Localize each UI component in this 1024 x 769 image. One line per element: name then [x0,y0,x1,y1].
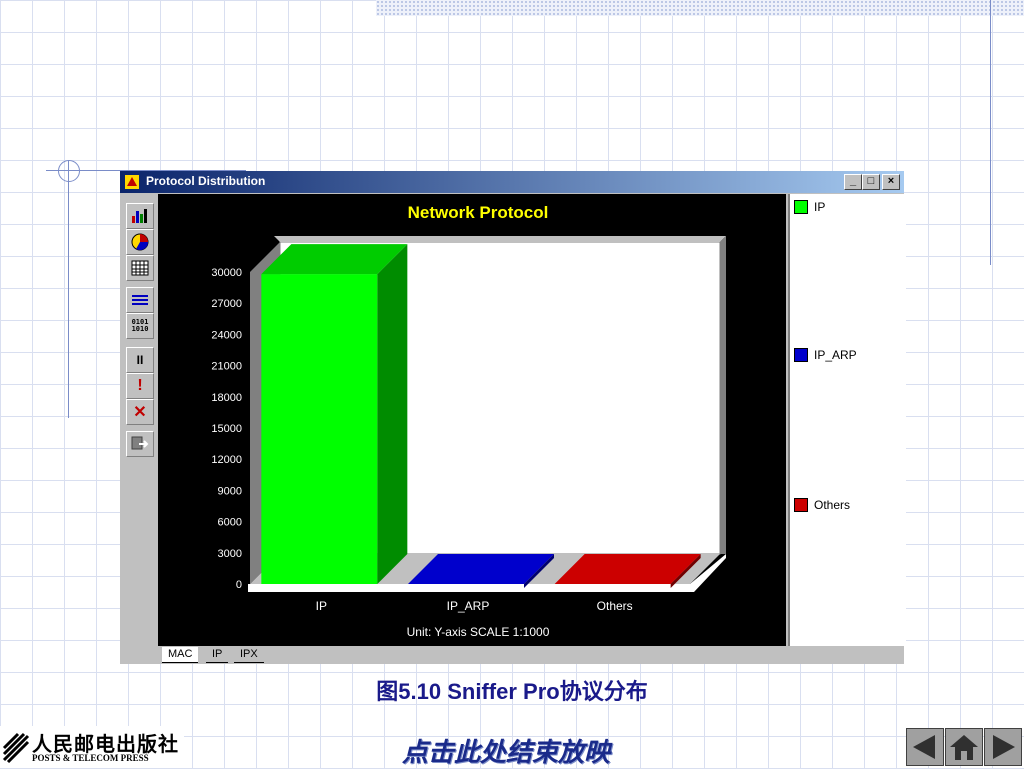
x-tick-label: IP [316,599,327,613]
y-tick-label: 27000 [211,298,242,310]
arrow-right-icon [993,735,1015,759]
binary-button[interactable]: 0101 1010 [126,313,154,339]
tab-strip: MAC IP IPX [158,647,904,664]
pie-chart-icon [131,233,149,251]
home-slide-button[interactable] [945,728,983,766]
arrow-left-icon [913,735,935,759]
y-tick-label: 15000 [211,423,242,435]
legend-swatch [794,498,808,512]
x-tick-label: IP_ARP [447,599,490,613]
pause-button[interactable]: II [126,347,154,373]
bar-side-ip [377,244,408,584]
tab-ipx[interactable]: IPX [234,647,264,663]
legend-label: IP [814,200,826,214]
detail-icon [132,295,148,305]
legend-item-ip: IP [794,200,825,214]
legend-swatch [794,348,808,362]
network-protocol-chart: Network Protocol 0 3000 6000 9000 12000 15000 1… [211,203,726,639]
bar-chart-button[interactable] [126,203,154,229]
tab-ip[interactable]: IP [206,647,229,663]
alert-icon: ! [137,377,143,394]
detail-button[interactable] [126,287,154,313]
y-tick-label: 12000 [211,454,242,466]
y-tick-label: 6000 [218,517,242,529]
y-tick-label: 9000 [218,485,242,497]
y-tick-label: 0 [236,579,242,591]
legend-label: IP_ARP [814,348,857,362]
decor-line [990,0,991,265]
stop-button[interactable]: ✕ [126,399,154,425]
minimize-button[interactable]: _ [844,174,862,190]
tab-mac[interactable]: MAC [162,647,199,663]
chart-area: Network Protocol 0 3000 6000 9000 12000 15000 1… [158,194,786,646]
legend-swatch [794,200,808,214]
title-bar[interactable]: Protocol Distribution _ □ × [120,171,904,193]
stop-icon: ✕ [133,404,147,421]
chart-wall-bevel [274,236,726,242]
export-button[interactable] [126,431,154,457]
alert-button[interactable]: ! [126,373,154,399]
legend-label: Others [814,498,851,512]
decor-circle [58,160,80,182]
legend-item-ip-arp: IP_ARP [794,348,857,362]
y-tick-label: 24000 [211,329,242,341]
y-tick-label: 18000 [211,392,242,404]
prev-slide-button[interactable] [906,728,944,766]
pause-icon: II [136,353,144,367]
legend: IP IP_ARP Others [788,194,906,646]
y-tick-label: 30000 [211,267,242,279]
publisher-emblem-icon [2,732,30,764]
left-toolbar: 0101 1010 II ! ✕ [120,193,158,633]
maximize-button[interactable]: □ [862,174,880,190]
bar-front-ip [261,274,378,584]
close-button[interactable]: × [882,174,900,190]
y-tick-label: 3000 [218,548,242,560]
end-show-link[interactable]: 点击此处结束放映 [402,732,610,769]
next-slide-button[interactable] [984,728,1022,766]
window-title: Protocol Distribution [146,174,266,188]
y-tick-label: 21000 [211,361,242,373]
figure-caption: 图5.10 Sniffer Pro协议分布 [376,679,648,704]
chart-footer: Unit: Y-axis SCALE 1:1000 [407,625,550,639]
publisher-name-en: POSTS & TELECOM PRESS [32,753,149,763]
protocol-distribution-window: Protocol Distribution _ □ × 0101 1010 II… [120,171,906,664]
x-tick-label: Others [597,599,633,613]
chart-title: Network Protocol [408,203,549,222]
publisher-logo: 人民邮电出版社 POSTS & TELECOM PRESS [0,726,184,768]
bar-chart-icon [132,209,147,223]
legend-item-others: Others [794,498,850,512]
table-icon [131,260,149,276]
export-icon [131,436,149,450]
home-icon [950,735,978,760]
pie-chart-button[interactable] [126,229,154,255]
chart-wall-edge [720,236,726,554]
app-icon [125,175,139,189]
slide-nav [906,728,1022,766]
header-band [376,0,1024,16]
decor-line [68,160,69,418]
binary-icon: 0101 1010 [131,318,149,333]
table-button[interactable] [126,255,154,281]
